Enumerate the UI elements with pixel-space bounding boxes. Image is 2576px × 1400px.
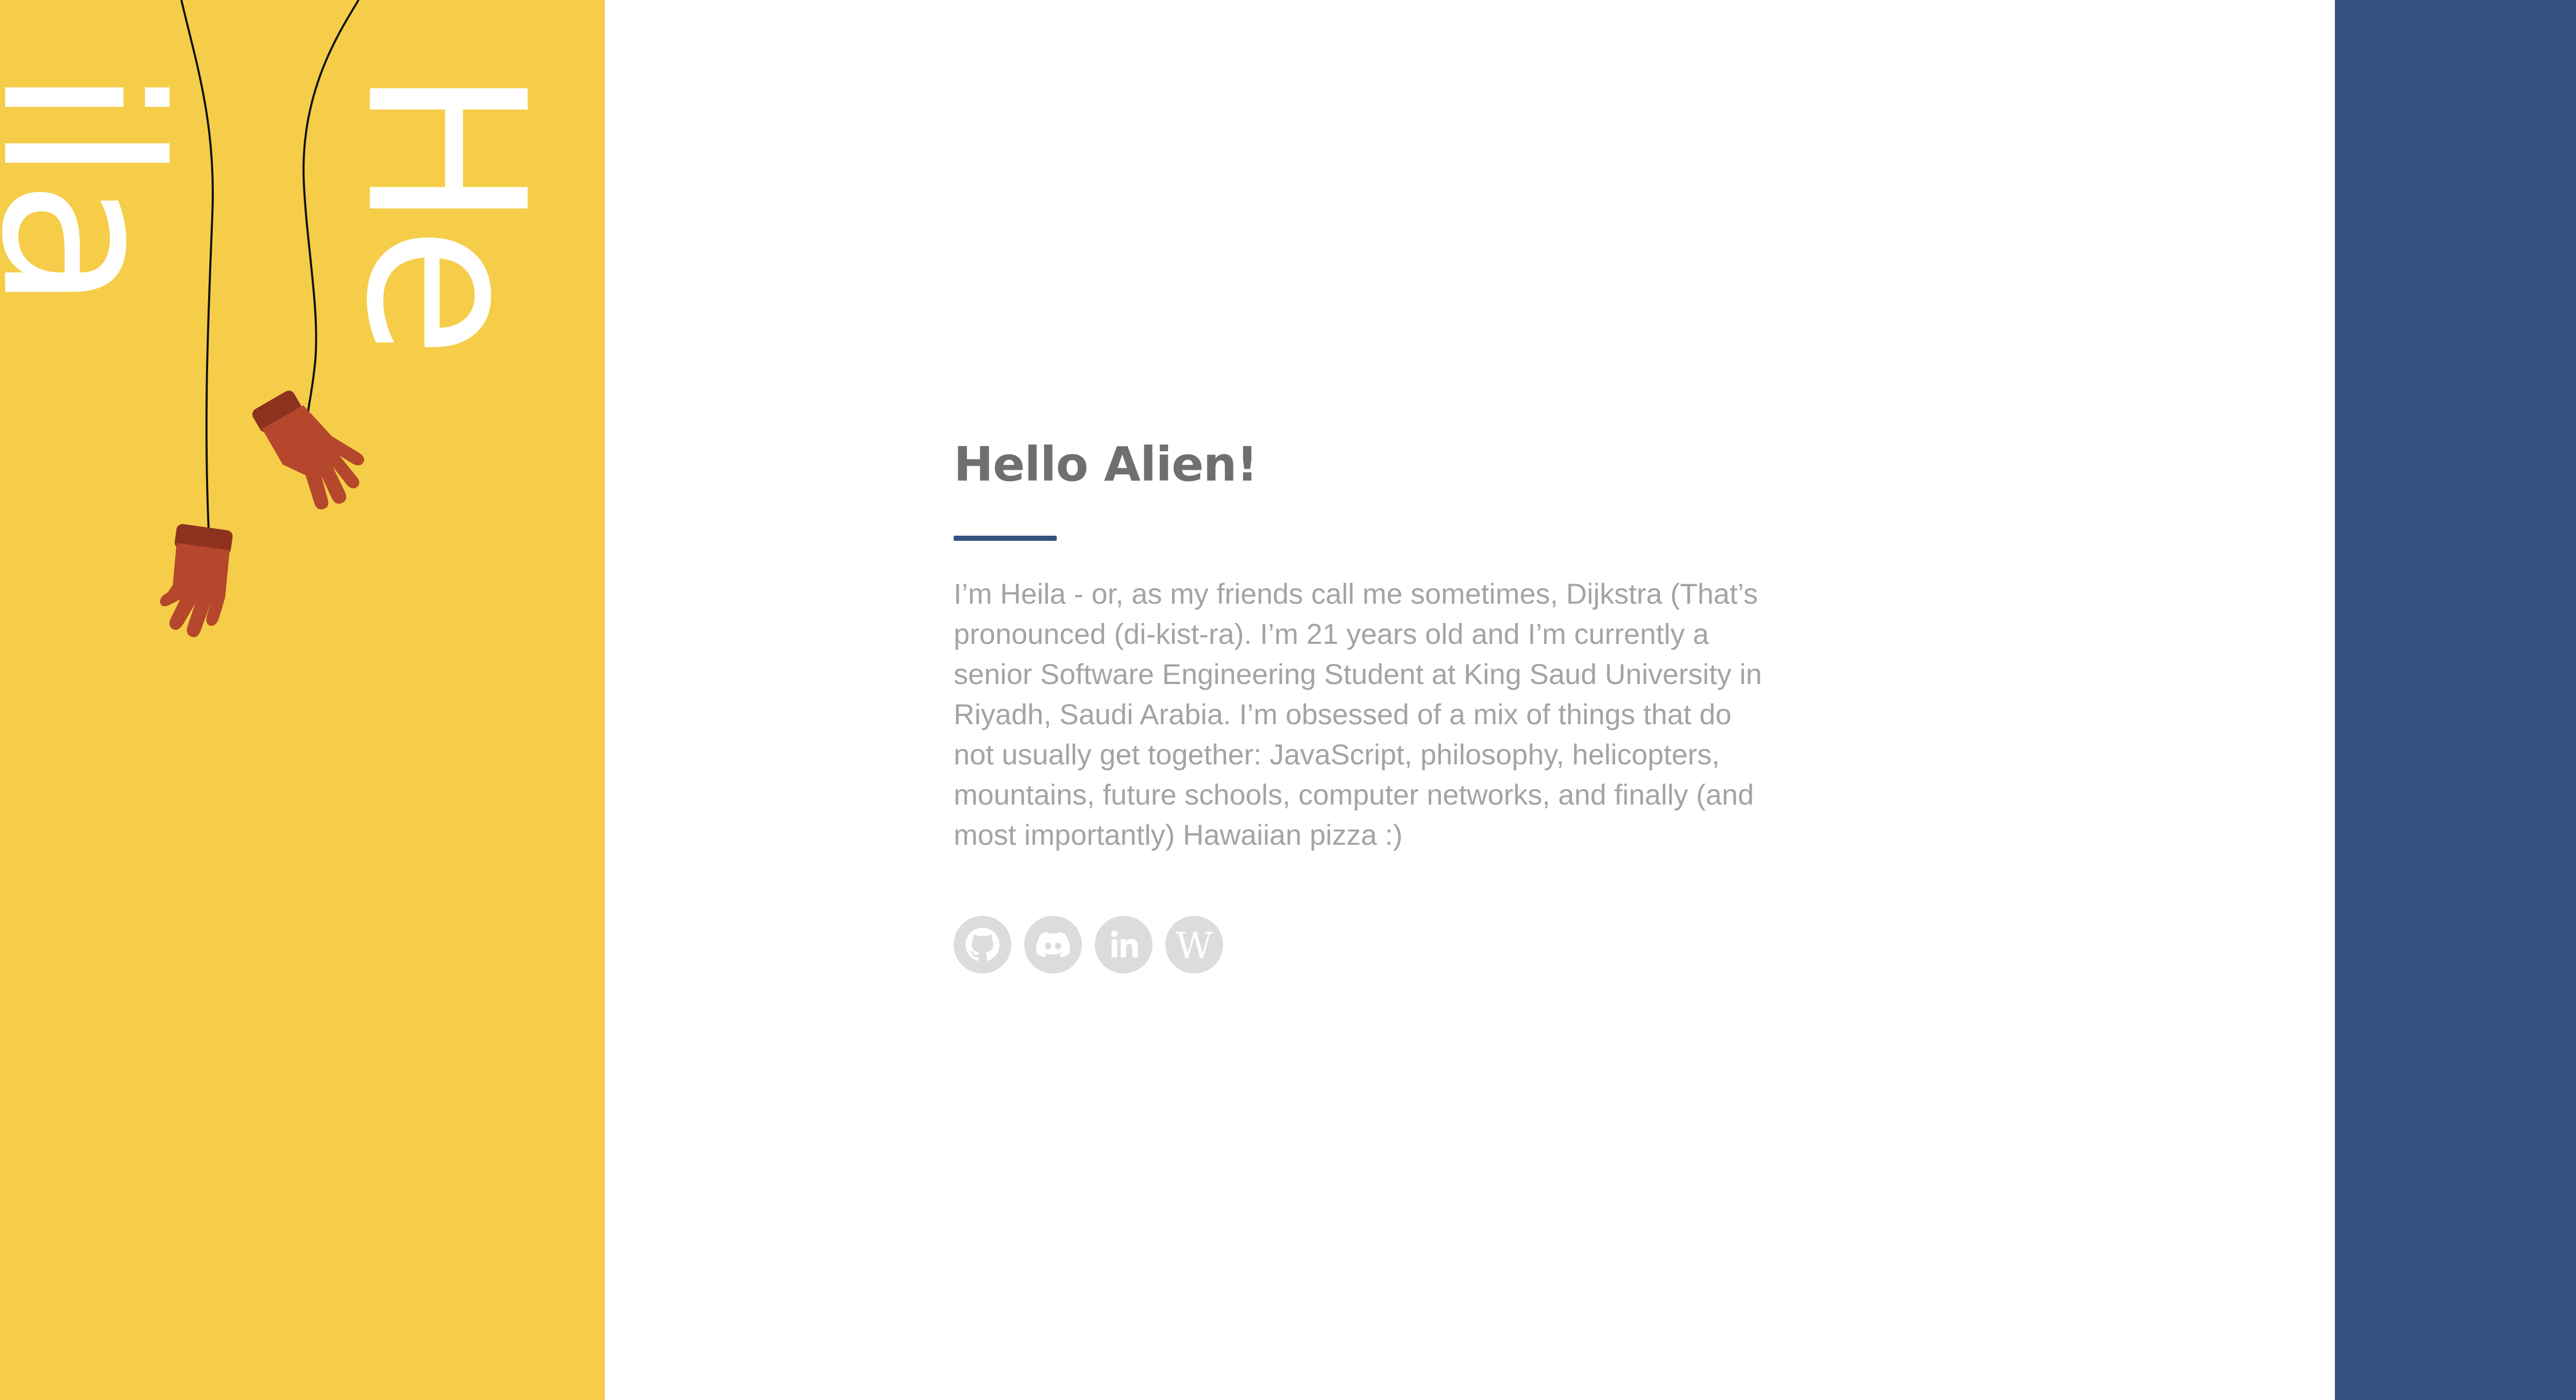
about-section: Hello Alien! I’m Heila - or, as my frien…: [954, 432, 1788, 974]
hero-illustration: He ila: [0, 0, 605, 1400]
github-link[interactable]: [954, 916, 1011, 974]
linkedin-icon: [1111, 930, 1138, 958]
main-content: Hello Alien! I’m Heila - or, as my frien…: [605, 0, 2335, 1400]
social-links: W: [954, 916, 1788, 974]
hero-name-line2: ila: [0, 67, 206, 308]
linkedin-link[interactable]: [1095, 916, 1153, 974]
about-bio: I’m Heila - or, as my friends call me so…: [954, 577, 1762, 851]
github-icon: [965, 928, 999, 961]
wikipedia-icon: W: [1176, 925, 1213, 967]
discord-link[interactable]: [1024, 916, 1082, 974]
left-hero-panel: He ila: [0, 0, 605, 1400]
wikipedia-link[interactable]: W: [1165, 916, 1223, 974]
heading-underline: [954, 536, 1057, 541]
about-heading: Hello Alien!: [954, 437, 1258, 492]
discord-icon: [1036, 932, 1070, 958]
hero-name-line1: He: [318, 67, 570, 354]
right-accent-panel: [2335, 0, 2576, 1400]
